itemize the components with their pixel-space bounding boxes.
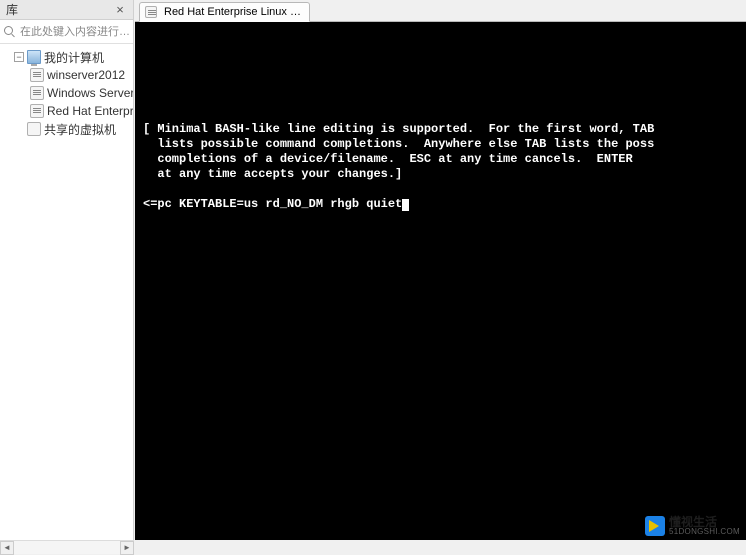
cursor-icon [402,199,409,211]
shared-icon [27,122,41,136]
vm-tree: − 我的计算机 winserver2012 Windows Server 201… [0,44,133,540]
console-line: at any time accepts your changes.] [143,167,402,181]
close-icon[interactable]: × [113,3,127,17]
tree-node-vm[interactable]: winserver2012 [0,66,133,84]
tree-label: Windows Server 201 [47,86,133,100]
tab-redhat[interactable]: Red Hat Enterprise Linux … [139,2,310,22]
sidebar-panel: 库 × − 我的计算机 winserver2012 Windows Server… [0,0,134,540]
tab-label: Red Hat Enterprise Linux … [164,6,301,18]
tree-label: Red Hat Enterprise L [47,104,133,118]
vm-icon [30,68,44,82]
vm-icon [30,104,44,118]
tree-node-shared-vms[interactable]: 共享的虚拟机 [0,120,133,138]
console-line: completions of a device/filename. ESC at… [143,152,633,166]
sidebar-header: 库 × [0,0,133,20]
search-row [0,20,133,44]
main-area: Red Hat Enterprise Linux … [ Minimal BAS… [135,0,746,540]
console-line: [ Minimal BASH-like line editing is supp… [143,122,654,136]
tree-label: winserver2012 [47,68,125,82]
search-input[interactable] [20,26,129,38]
sidebar-title: 库 [6,1,113,18]
vm-icon [30,86,44,100]
scroll-track[interactable] [14,541,120,554]
console-prompt: <=pc KEYTABLE=us rd_NO_DM rhgb quiet [143,197,402,211]
computer-icon [27,50,41,64]
tree-label: 我的计算机 [44,49,104,66]
scroll-right-button[interactable]: ► [120,541,134,555]
vm-console[interactable]: [ Minimal BASH-like line editing is supp… [135,22,746,540]
search-icon [4,26,16,38]
tree-node-my-computer[interactable]: − 我的计算机 [0,48,133,66]
vm-icon [145,6,157,18]
scroll-left-button[interactable]: ◄ [0,541,14,555]
watermark-en: 51DONGSHI.COM [669,528,740,536]
watermark: 懂视生活 51DONGSHI.COM [645,516,740,536]
tab-bar: Red Hat Enterprise Linux … [135,0,746,22]
tree-node-vm[interactable]: Windows Server 201 [0,84,133,102]
console-line: lists possible command completions. Anyw… [143,137,654,151]
watermark-text: 懂视生活 51DONGSHI.COM [669,516,740,536]
expander-placeholder [14,124,24,134]
expander-icon[interactable]: − [14,52,24,62]
watermark-logo-icon [645,516,665,536]
tree-node-vm[interactable]: Red Hat Enterprise L [0,102,133,120]
sidebar-horizontal-scrollbar[interactable]: ◄ ► [0,540,134,554]
tree-label: 共享的虚拟机 [44,121,116,138]
